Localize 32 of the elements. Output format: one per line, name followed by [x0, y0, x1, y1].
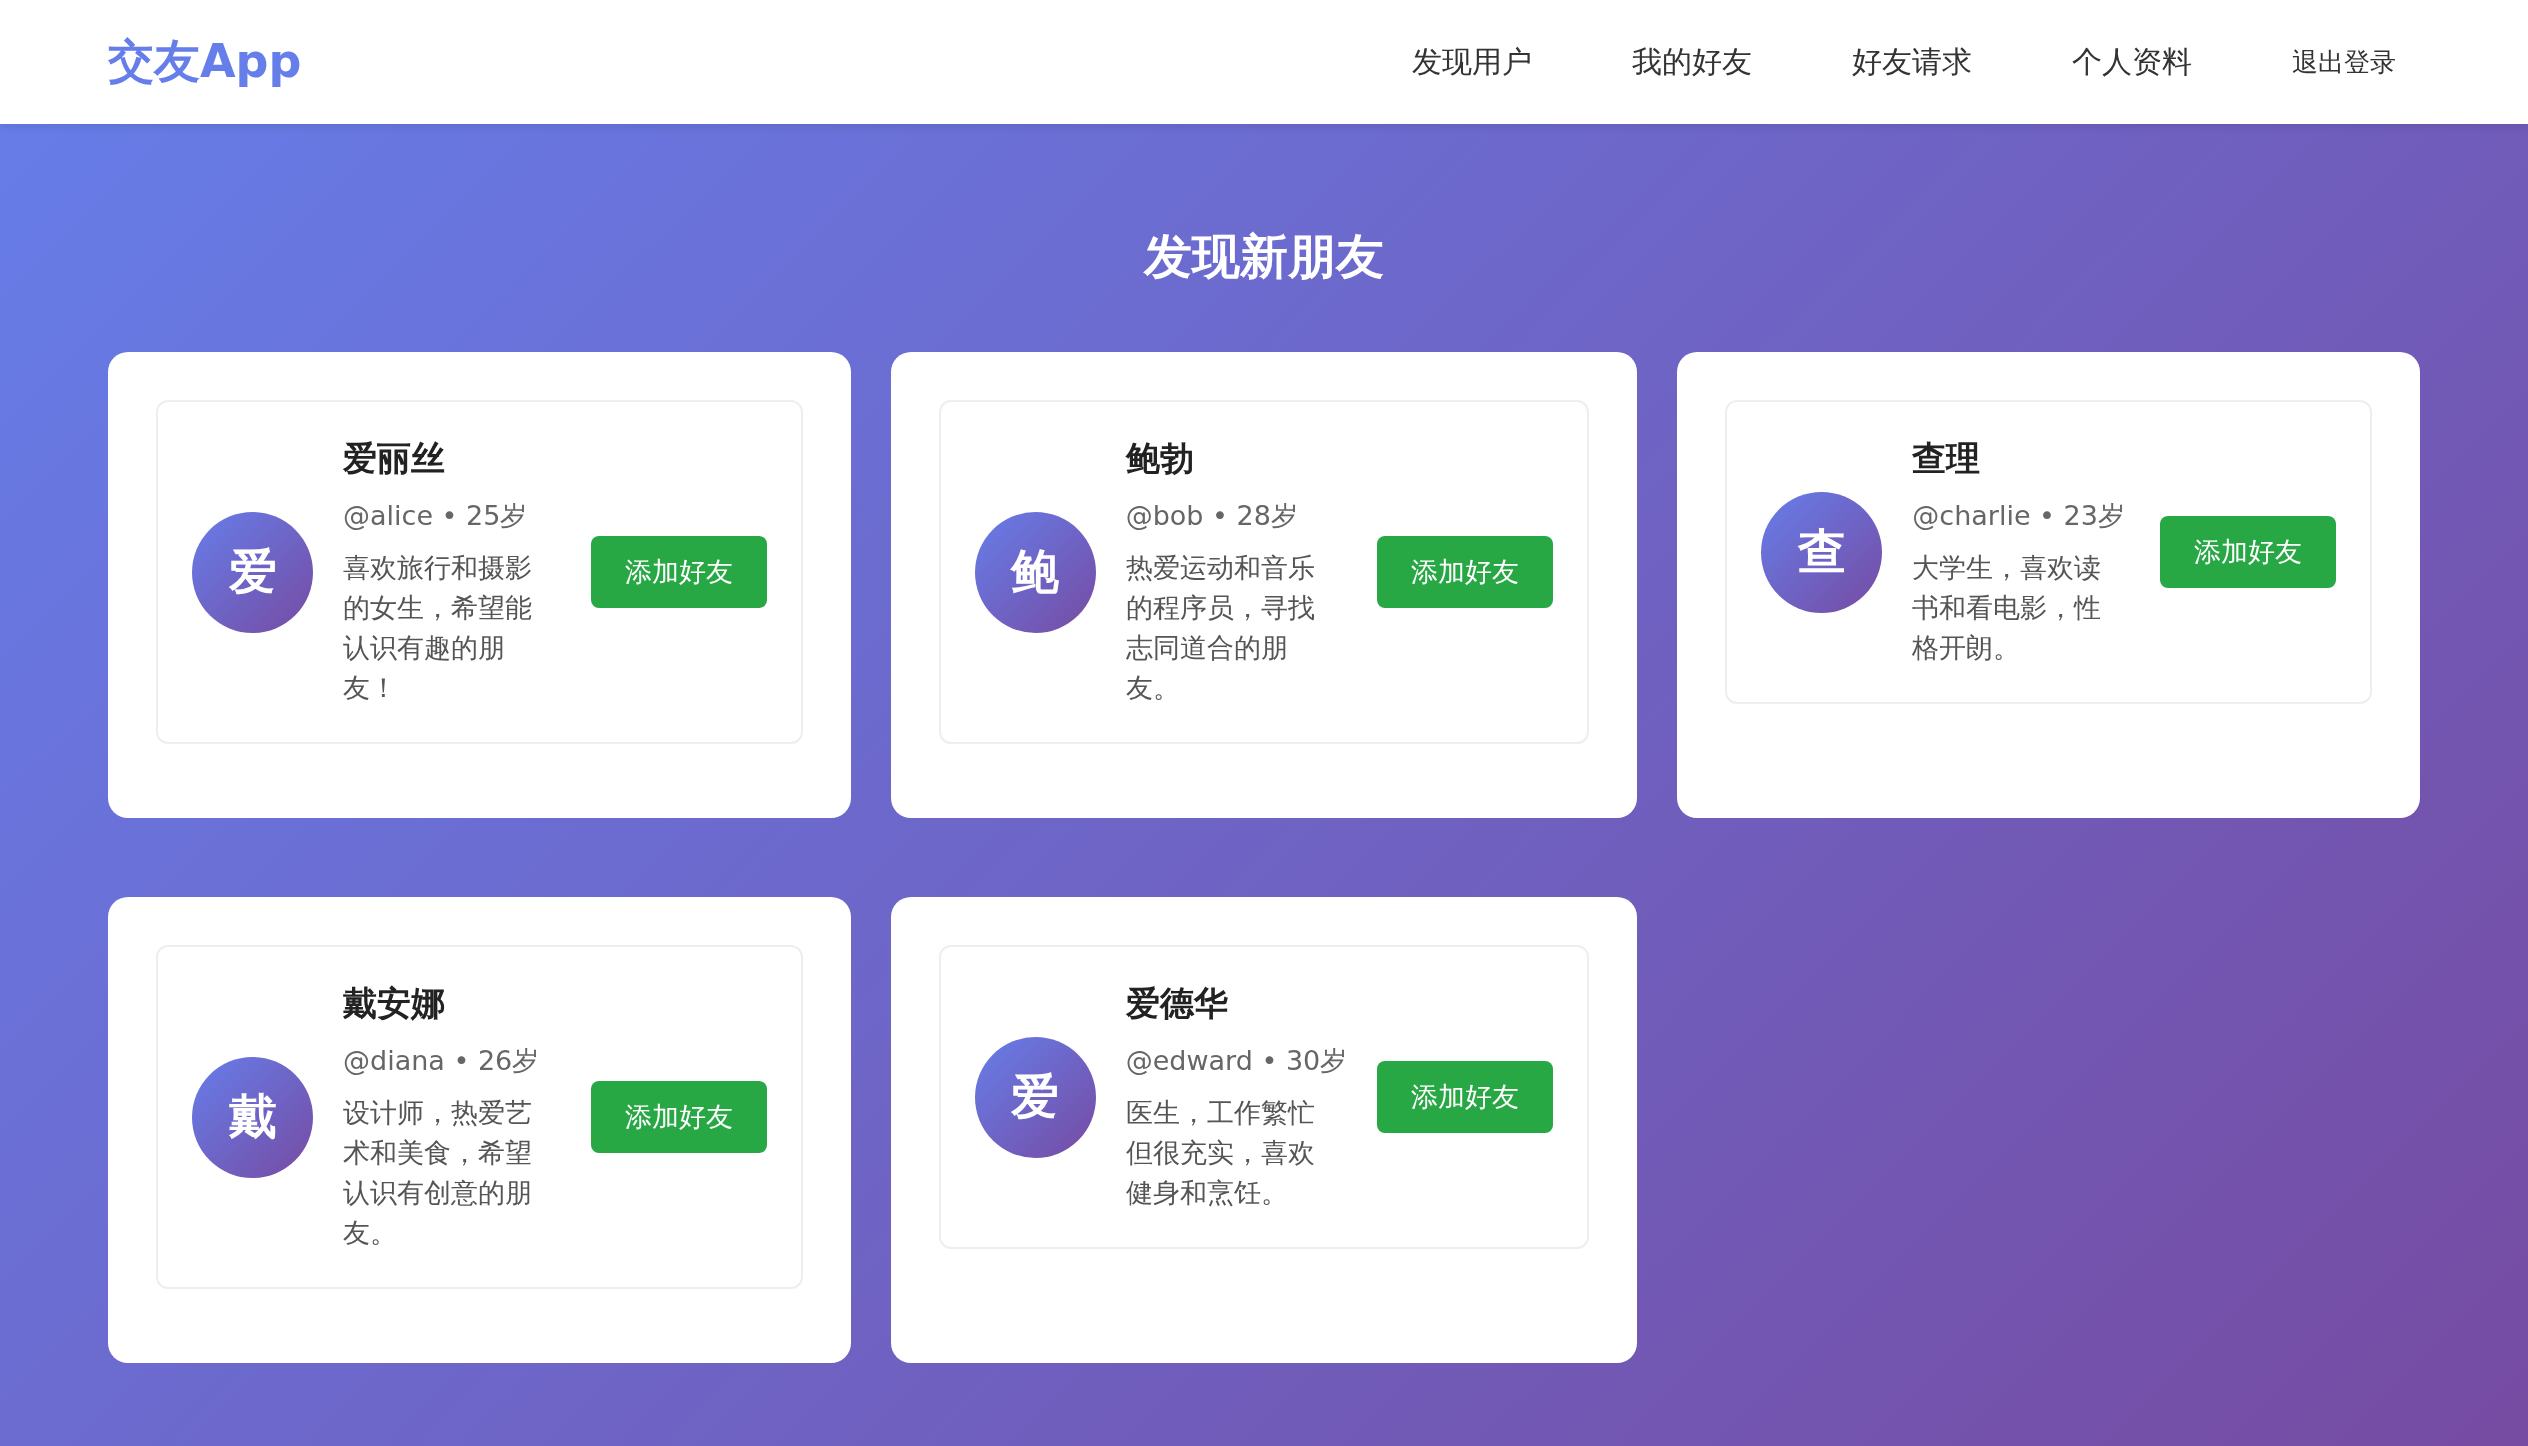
avatar: 查	[1761, 491, 1883, 613]
add-friend-button[interactable]: 添加好友	[2160, 516, 2336, 588]
nav-link[interactable]: 个人资料	[2072, 31, 2192, 93]
add-friend-button[interactable]: 添加好友	[1377, 536, 1554, 608]
add-friend-button[interactable]: 添加好友	[590, 1081, 767, 1153]
nav-link[interactable]: 我的好友	[1632, 31, 1752, 93]
user-handle-age: @alice • 25岁	[343, 499, 529, 533]
user-name: 爱德华	[1125, 982, 1229, 1025]
user-bio: 热爱运动和音乐的程序员，寻找志同道合的朋友。	[1125, 551, 1316, 705]
app-logo[interactable]: 交友App	[108, 31, 302, 93]
user-bio: 医生，工作繁忙但很充实，喜欢健身和烹饪。	[1125, 1096, 1316, 1210]
avatar: 鲍	[974, 511, 1096, 633]
user-name: 爱丽丝	[343, 437, 446, 480]
user-handle-age: @edward • 30岁	[1125, 1044, 1348, 1078]
avatar: 爱	[974, 1036, 1096, 1158]
page-title: 发现新朋友	[1142, 227, 1385, 286]
nav-link[interactable]: 发现用户	[1412, 31, 1532, 93]
user-handle-age: @diana • 26岁	[343, 1044, 541, 1078]
nav-link[interactable]: 好友请求	[1852, 31, 1972, 93]
user-handle-age: @bob • 28岁	[1125, 499, 1299, 533]
user-bio: 大学生，喜欢读书和看电影，性格开朗。	[1912, 551, 2103, 665]
user-name: 查理	[1912, 437, 1982, 480]
avatar: 爱	[192, 511, 313, 633]
user-bio: 喜欢旅行和摄影的女生，希望能认识有趣的朋友！	[343, 551, 533, 705]
avatar: 戴	[192, 1056, 313, 1178]
user-handle-age: @charlie • 23岁	[1912, 499, 2126, 533]
user-name: 戴安娜	[343, 982, 446, 1025]
user-bio: 设计师，热爱艺术和美食，希望认识有创意的朋友。	[343, 1096, 533, 1250]
add-friend-button[interactable]: 添加好友	[1377, 1061, 1554, 1133]
user-name: 鲍勃	[1125, 437, 1195, 480]
logout-link[interactable]: 退出登录	[2292, 34, 2396, 90]
add-friend-button[interactable]: 添加好友	[590, 536, 767, 608]
